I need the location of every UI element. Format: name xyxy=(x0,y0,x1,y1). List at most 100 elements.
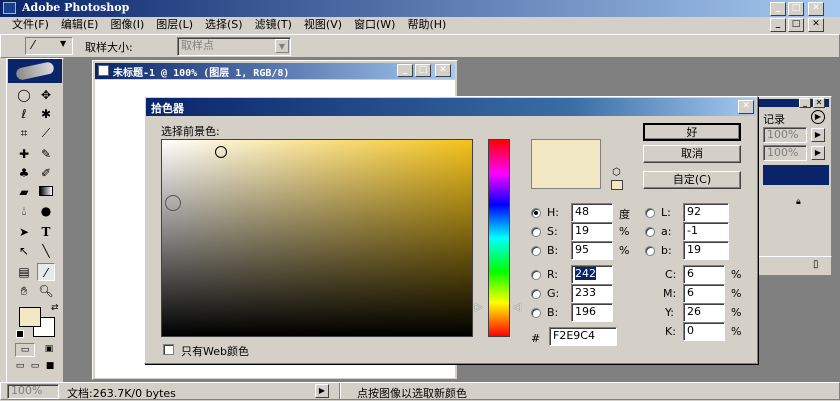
yellow-field[interactable]: 26 xyxy=(683,303,725,322)
marquee-tool-icon[interactable]: ◯ xyxy=(15,86,33,104)
hex-field[interactable]: F2E9C4 xyxy=(549,327,617,346)
maximize-button[interactable]: □ xyxy=(788,2,804,16)
hue-slider-left-arrow-icon[interactable]: ▷ xyxy=(475,302,483,313)
status-menu-button[interactable]: ▶ xyxy=(315,384,329,398)
opacity-field-2[interactable]: 100% xyxy=(763,145,807,161)
slice-tool-icon[interactable]: ⟋ xyxy=(37,124,55,142)
default-colors-icon[interactable] xyxy=(16,330,24,338)
lab-l-field[interactable]: 92 xyxy=(683,203,729,222)
history-tab-label[interactable]: 记录 xyxy=(763,111,785,127)
document-maximize-button[interactable]: □ xyxy=(415,64,431,77)
menu-filter[interactable]: 滤镜(T) xyxy=(249,17,298,34)
zoom-field[interactable]: 100% xyxy=(7,384,59,399)
saturation-field[interactable]: 19 xyxy=(571,222,613,241)
notes-tool-icon[interactable]: ▤ xyxy=(15,263,33,281)
web-safe-color-swatch[interactable] xyxy=(611,180,623,190)
close-button[interactable]: ✕ xyxy=(808,2,824,16)
magenta-field[interactable]: 6 xyxy=(683,284,725,303)
menu-edit[interactable]: 编辑(E) xyxy=(55,17,105,34)
line-tool-icon[interactable]: ╲ xyxy=(37,242,55,260)
standard-mode-icon[interactable]: ▭ xyxy=(15,343,35,357)
menu-file[interactable]: 文件(F) xyxy=(6,17,55,34)
lab-a-field[interactable]: -1 xyxy=(683,222,729,241)
panel-menu-icon[interactable]: ▶ xyxy=(811,110,825,124)
ok-button[interactable]: 好 xyxy=(643,123,741,141)
zoom-tool-icon[interactable]: 🔍︎ xyxy=(37,282,55,300)
menu-help[interactable]: 帮助(H) xyxy=(401,17,452,34)
blue-radio[interactable] xyxy=(531,308,541,318)
hue-slider-right-arrow-icon[interactable]: ◁ xyxy=(513,302,521,313)
panel-close-button[interactable]: ✕ xyxy=(813,98,825,108)
panel-minimize-button[interactable]: _ xyxy=(799,98,811,108)
web-colors-label[interactable]: 只有Web颜色 xyxy=(181,343,249,359)
lab-b-radio[interactable] xyxy=(645,246,655,256)
move-tool-icon[interactable]: ✥ xyxy=(37,86,55,104)
brightness-field[interactable]: 95 xyxy=(571,241,613,260)
eraser-tool-icon[interactable]: ▰ xyxy=(15,183,33,201)
foreground-color-swatch[interactable] xyxy=(19,307,41,327)
brush-tool-icon[interactable]: ✎ xyxy=(37,145,55,163)
doc-minimize-button[interactable]: _ xyxy=(770,18,786,32)
type-tool-icon[interactable]: T xyxy=(37,223,55,241)
tool-preset-picker[interactable]: ⁄ ▼ xyxy=(25,37,73,55)
color-field[interactable] xyxy=(161,139,473,337)
lab-l-label: L: xyxy=(661,206,671,219)
doc-restore-button[interactable]: □ xyxy=(788,18,804,32)
healing-brush-tool-icon[interactable]: ✚ xyxy=(15,145,33,163)
gradient-tool-icon[interactable] xyxy=(37,183,55,201)
clone-stamp-tool-icon[interactable]: ♣ xyxy=(15,164,33,182)
document-close-button[interactable]: ✕ xyxy=(435,64,451,77)
color-field-cursor[interactable] xyxy=(215,146,227,158)
blue-field[interactable]: 196 xyxy=(571,303,613,322)
red-radio[interactable] xyxy=(531,270,541,280)
eyedropper-tool-icon[interactable]: ⁄ xyxy=(37,263,55,281)
swap-colors-icon[interactable]: ⇄ xyxy=(51,303,59,313)
black-field[interactable]: 0 xyxy=(683,322,725,341)
out-of-gamut-cube-icon[interactable]: ⬡ xyxy=(612,167,621,178)
screen-mode-full-menu-icon[interactable]: ▭ xyxy=(28,361,42,373)
menu-window[interactable]: 窗口(W) xyxy=(348,17,401,34)
crop-tool-icon[interactable]: ⌗ xyxy=(15,124,33,142)
chevron-right-icon[interactable]: ▶ xyxy=(811,128,825,142)
pen-tool-icon[interactable]: ↖ xyxy=(15,242,33,260)
saturation-radio[interactable] xyxy=(531,227,541,237)
hue-field[interactable]: 48 xyxy=(571,203,613,222)
menu-view[interactable]: 视图(V) xyxy=(298,17,348,34)
cancel-button[interactable]: 取消 xyxy=(643,145,741,163)
history-brush-tool-icon[interactable]: ✐ xyxy=(37,164,55,182)
green-field[interactable]: 233 xyxy=(571,284,613,303)
red-field[interactable]: 242 xyxy=(571,265,613,284)
hue-radio[interactable] xyxy=(531,208,541,218)
dialog-close-button[interactable]: ✕ xyxy=(738,100,754,114)
chevron-down-icon[interactable]: ▼ xyxy=(275,39,289,53)
hue-slider[interactable] xyxy=(488,139,510,337)
lab-b-field[interactable]: 19 xyxy=(683,241,729,260)
menu-select[interactable]: 选择(S) xyxy=(199,17,249,34)
path-select-tool-icon[interactable]: ➤ xyxy=(15,223,33,241)
menu-layer[interactable]: 图层(L) xyxy=(150,17,199,34)
document-minimize-button[interactable]: _ xyxy=(397,64,413,77)
minimize-button[interactable]: _ xyxy=(770,2,786,16)
dodge-tool-icon[interactable]: ● xyxy=(37,202,55,220)
hand-tool-icon[interactable]: ✋︎ xyxy=(15,282,33,300)
menu-image[interactable]: 图像(I) xyxy=(104,17,150,34)
lab-a-radio[interactable] xyxy=(645,227,655,237)
lasso-tool-icon[interactable]: ℓ xyxy=(15,105,33,123)
history-selected-row[interactable] xyxy=(763,165,829,185)
opacity-field-1[interactable]: 100% xyxy=(763,127,807,143)
magic-wand-tool-icon[interactable]: ✱ xyxy=(37,105,55,123)
web-colors-checkbox[interactable] xyxy=(163,344,174,355)
sample-size-select[interactable]: 取样点 ▼ xyxy=(177,37,291,56)
doc-close-button[interactable]: ✕ xyxy=(808,18,824,32)
cyan-field[interactable]: 6 xyxy=(683,265,725,284)
screen-mode-full-icon[interactable]: ■ xyxy=(43,361,57,373)
quick-mask-mode-icon[interactable]: ▣ xyxy=(39,343,59,357)
chevron-right-icon[interactable]: ▶ xyxy=(811,146,825,160)
blur-tool-icon[interactable]: 💧︎ xyxy=(15,202,33,220)
screen-mode-standard-icon[interactable]: ▭ xyxy=(13,361,27,373)
trash-icon[interactable]: ▯ xyxy=(813,259,819,270)
lab-l-radio[interactable] xyxy=(645,208,655,218)
brightness-radio[interactable] xyxy=(531,246,541,256)
green-radio[interactable] xyxy=(531,289,541,299)
custom-button[interactable]: 自定(C) xyxy=(643,171,741,189)
